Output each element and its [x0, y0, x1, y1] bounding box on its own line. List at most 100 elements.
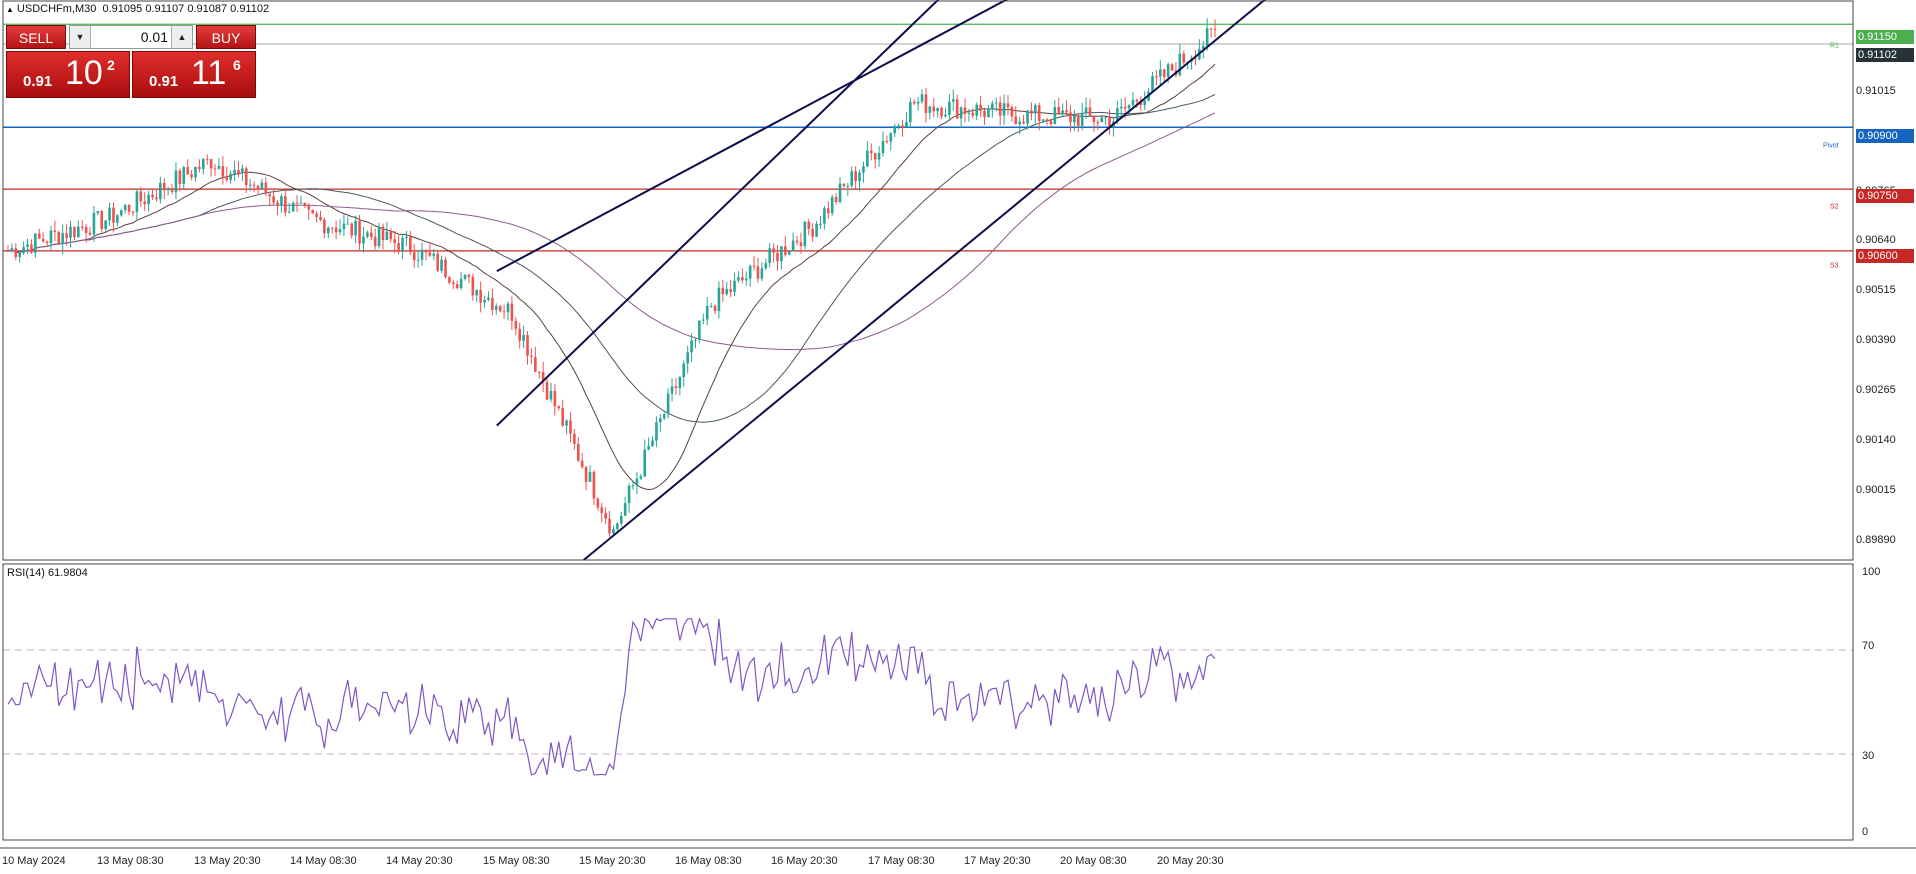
bear-candle	[53, 230, 57, 233]
bull-candle	[217, 165, 221, 169]
bull-candle	[631, 485, 635, 487]
collapse-triangle-icon[interactable]: ▲	[6, 5, 14, 14]
bull-candle	[565, 420, 568, 426]
bear-candle	[84, 227, 88, 233]
sell-price-box[interactable]: 0.91 10 2	[6, 51, 130, 98]
bear-candle	[1045, 119, 1049, 121]
bull-candle	[1178, 53, 1182, 76]
current-price-tag: 0.91102	[1856, 48, 1914, 62]
bull-candle	[733, 280, 736, 292]
bull-candle	[748, 265, 752, 279]
sell-price-prefix: 0.91	[23, 73, 53, 90]
bull-candle	[647, 445, 650, 450]
bear-candle	[885, 140, 889, 142]
bull-candle	[401, 237, 404, 252]
bear-candle	[834, 196, 838, 203]
bull-candle	[678, 377, 682, 388]
bull-candle	[862, 166, 865, 173]
bull-candle	[944, 114, 947, 117]
bull-candle	[416, 259, 420, 261]
bear-candle	[741, 277, 744, 281]
bear-candle	[1162, 69, 1166, 77]
bear-candle	[127, 205, 131, 212]
bull-candle	[803, 221, 807, 247]
bull-candle	[1080, 112, 1084, 126]
bear-candle	[537, 371, 541, 373]
bear-candle	[272, 196, 275, 203]
rsi-axis-label: 30	[1862, 750, 1875, 762]
buy-price-fraction: 6	[233, 57, 241, 73]
bear-candle	[580, 460, 584, 468]
bear-candle	[448, 277, 451, 283]
bull-candle	[1166, 64, 1170, 77]
bear-candle	[842, 183, 846, 186]
bull-candle	[506, 303, 510, 313]
bull-candle	[432, 253, 436, 256]
bear-candle	[826, 208, 830, 214]
bear-candle	[534, 356, 537, 372]
bull-candle	[69, 226, 72, 238]
bear-candle	[998, 102, 1002, 116]
bull-candle	[815, 223, 818, 237]
rsi-axis-label: 100	[1862, 566, 1881, 578]
bear-candle	[1022, 121, 1025, 124]
bear-candle	[151, 194, 154, 198]
bear-candle	[315, 213, 318, 217]
bull-candle	[229, 173, 232, 180]
bull-candle	[588, 472, 592, 482]
bull-candle	[22, 247, 25, 253]
s2-level-label: S2	[1830, 203, 1839, 211]
buy-price-box[interactable]: 0.91 11 6	[132, 51, 256, 98]
lot-size-input[interactable]: ▼ 0.01 ▲	[69, 25, 193, 49]
lot-value[interactable]: 0.01	[141, 26, 168, 48]
bear-candle	[1076, 115, 1080, 126]
sell-price-pips: 10	[65, 54, 103, 92]
bear-candle	[389, 231, 393, 240]
bull-candle	[893, 126, 896, 134]
lot-increase-icon[interactable]: ▲	[171, 26, 192, 48]
bear-candle	[295, 202, 299, 204]
bull-candle	[948, 101, 951, 115]
lot-decrease-icon[interactable]: ▼	[70, 26, 91, 48]
price-axis-label: 0.89890	[1856, 534, 1896, 546]
bull-candle	[346, 223, 350, 225]
bull-candle	[846, 185, 850, 187]
chart-canvas[interactable]	[0, 0, 1916, 874]
bull-candle	[1061, 110, 1064, 115]
bear-candle	[45, 241, 49, 244]
bear-candle	[479, 290, 482, 303]
buy-button[interactable]: BUY	[196, 25, 256, 49]
bear-candle	[1123, 106, 1127, 109]
bear-candle	[776, 252, 779, 262]
bull-candle	[643, 449, 647, 477]
bear-candle	[1014, 116, 1018, 125]
bear-candle	[674, 386, 678, 388]
bear-candle	[323, 220, 326, 234]
bear-candle	[373, 237, 377, 247]
price-axis-label: 0.90640	[1856, 234, 1896, 246]
rsi-axis-label: 0	[1862, 826, 1869, 838]
s3-level-label: S3	[1830, 262, 1839, 270]
sell-button[interactable]: SELL	[6, 25, 66, 49]
bull-candle	[744, 278, 748, 281]
bear-candle	[276, 202, 279, 206]
bear-candle	[869, 150, 873, 154]
bear-candle	[854, 171, 857, 182]
bear-candle	[88, 232, 92, 235]
bull-candle	[991, 103, 994, 109]
bull-candle	[701, 319, 705, 321]
bear-candle	[393, 239, 397, 244]
bear-candle	[57, 232, 61, 245]
time-axis-label: 17 May 20:30	[964, 855, 1031, 867]
bear-candle	[467, 274, 471, 278]
bear-candle	[912, 101, 916, 104]
price-axis-label: 0.90515	[1856, 284, 1896, 296]
bull-candle	[385, 231, 389, 241]
bear-candle	[940, 107, 943, 117]
bear-candle	[1088, 107, 1092, 116]
bear-candle	[502, 311, 506, 313]
bull-candle	[994, 102, 998, 104]
bear-candle	[37, 233, 41, 239]
time-axis-label: 16 May 08:30	[675, 855, 742, 867]
time-axis-label: 20 May 20:30	[1157, 855, 1224, 867]
